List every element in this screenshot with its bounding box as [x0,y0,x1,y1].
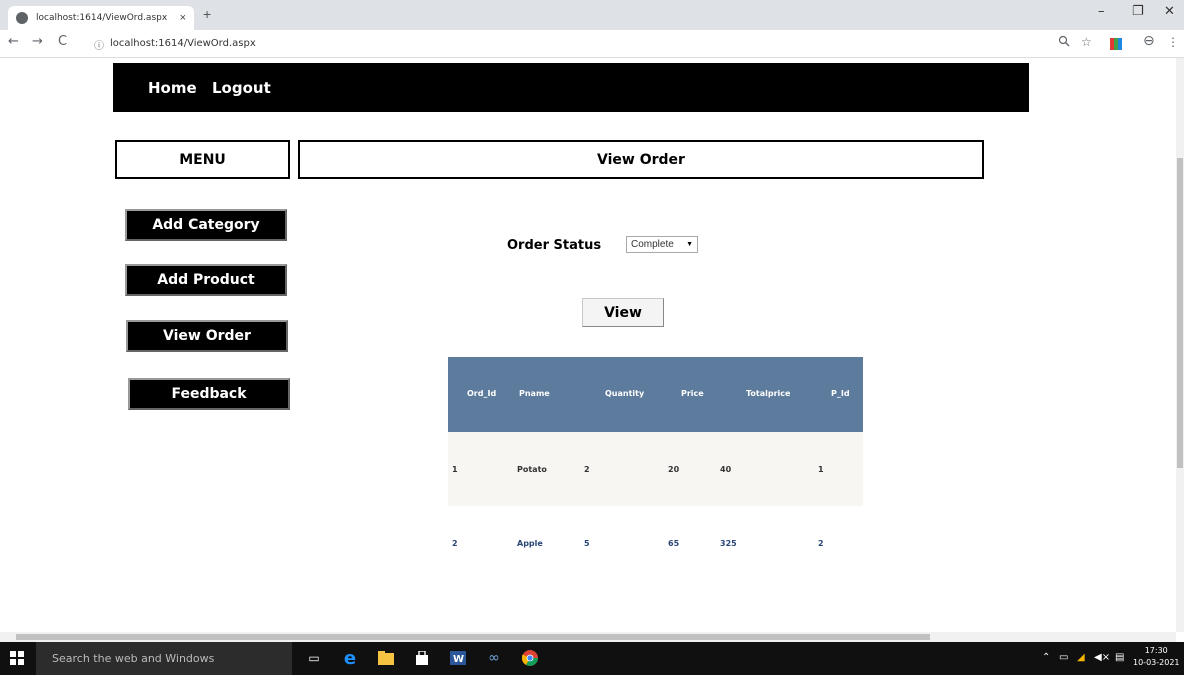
taskbar-clock[interactable]: 17:30 10-03-2021 [1133,645,1180,669]
minimize-icon[interactable]: – [1098,4,1105,19]
globe-icon [16,12,28,24]
add-category-button[interactable]: Add Category [125,209,287,241]
horizontal-scrollbar[interactable] [0,632,1176,642]
column-header: Price [681,389,704,398]
column-header: Totalprice [746,389,791,398]
network-icon[interactable]: ◢ [1077,652,1085,663]
tab-title: localhost:1614/ViewOrd.aspx [36,13,168,23]
clock-time: 17:30 [1144,646,1168,655]
vertical-scrollbar[interactable] [1176,58,1184,632]
top-nav: Home Logout [113,63,1029,112]
table-cell: 40 [720,465,732,474]
new-tab-icon[interactable]: + [203,6,211,22]
taskbar-search[interactable]: Search the web and Windows [36,642,292,675]
table-cell: 2 [818,539,824,548]
taskbar-search-placeholder: Search the web and Windows [52,652,215,665]
file-explorer-icon[interactable] [376,648,396,668]
infinity-app-icon[interactable]: ∞ [484,648,504,668]
zoom-icon[interactable] [1058,35,1070,50]
page-viewport: Home Logout MENU View Order Add Category… [0,58,1176,632]
edge-browser-icon[interactable]: e [340,648,360,669]
tab-close-icon[interactable]: × [180,12,186,24]
store-icon[interactable] [412,648,432,668]
view-order-button[interactable]: View Order [126,320,288,352]
windows-taskbar: Search the web and Windows ▭ e W ∞ ⌃ ▭ ◢… [0,642,1184,675]
table-cell: 2 [584,465,590,474]
window-close-icon[interactable]: ✕ [1164,4,1175,19]
table-cell: Potato [517,465,547,474]
orders-table: Ord_Id Pname Quantity Price Totalprice P… [448,357,863,580]
extension-icon[interactable] [1110,38,1122,50]
info-icon[interactable]: ⓘ [94,37,104,52]
column-header: Quantity [605,389,645,398]
add-product-button[interactable]: Add Product [125,264,287,296]
table-header-row: Ord_Id Pname Quantity Price Totalprice P… [448,357,863,432]
browser-tab[interactable]: localhost:1614/ViewOrd.aspx × [8,6,194,30]
word-icon[interactable]: W [448,648,468,668]
more-menu-icon[interactable]: ⋮ [1167,35,1179,49]
url-field[interactable]: localhost:1614/ViewOrd.aspx [110,38,256,49]
forward-icon[interactable]: → [32,34,43,49]
horizontal-scroll-thumb[interactable] [16,634,930,640]
column-header: Pname [519,389,550,398]
notifications-icon[interactable]: ▤ [1115,652,1124,663]
table-cell: 1 [452,465,458,474]
chrome-icon[interactable] [520,648,540,668]
vertical-scroll-thumb[interactable] [1177,158,1183,468]
table-cell: 5 [584,539,590,548]
table-cell: 20 [668,465,680,474]
browser-tab-bar: localhost:1614/ViewOrd.aspx × + – ❐ ✕ [0,0,1184,30]
page-title: View Order [298,140,984,179]
order-status-select[interactable]: Complete ▼ [626,236,698,253]
battery-icon[interactable]: ▭ [1059,652,1068,663]
reload-icon[interactable]: C [58,34,67,49]
tray-chevron-icon[interactable]: ⌃ [1042,652,1050,663]
order-status-label: Order Status [507,238,602,253]
table-row: 2 Apple 5 65 325 2 [448,506,863,580]
table-cell: 1 [818,465,824,474]
bookmark-star-icon[interactable]: ☆ [1081,35,1092,49]
column-header: Ord_Id [467,389,497,398]
menu-heading: MENU [115,140,290,179]
table-cell: 2 [452,539,458,548]
address-bar: ← → C ⓘ localhost:1614/ViewOrd.aspx ☆ ⊖ … [0,30,1184,58]
task-view-icon[interactable]: ▭ [304,648,324,668]
order-status-value: Complete [631,239,674,250]
table-cell: 325 [720,539,737,548]
table-cell: Apple [517,539,543,548]
dropdown-arrow-icon: ▼ [686,241,693,248]
account-icon[interactable]: ⊖ [1143,33,1155,49]
feedback-button[interactable]: Feedback [128,378,290,410]
table-cell: 65 [668,539,680,548]
back-icon[interactable]: ← [8,34,19,49]
view-button[interactable]: View [582,298,664,327]
volume-icon[interactable]: ◀× [1094,652,1110,663]
restore-icon[interactable]: ❐ [1132,4,1144,19]
nav-logout-link[interactable]: Logout [212,79,271,97]
column-header: P_Id [831,389,850,398]
table-row: 1 Potato 2 20 40 1 [448,432,863,506]
clock-date: 10-03-2021 [1133,658,1180,667]
nav-home-link[interactable]: Home [148,79,197,97]
windows-start-icon[interactable] [10,651,24,665]
svg-text:W: W [453,654,464,665]
